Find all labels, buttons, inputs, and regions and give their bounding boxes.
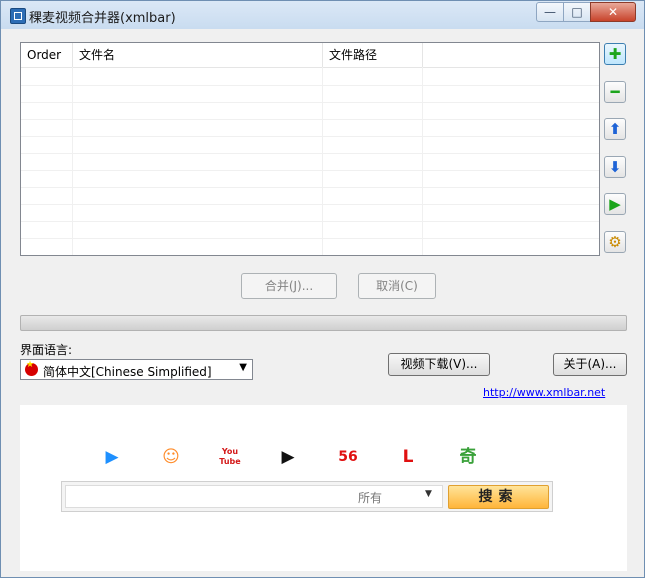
close-icon: ✕ bbox=[607, 5, 619, 19]
settings-button[interactable]: ⚙ bbox=[604, 231, 626, 253]
site-icon-2[interactable]: ☺ bbox=[158, 444, 184, 470]
file-list[interactable]: Order 文件名 文件路径 bbox=[20, 42, 600, 256]
file-list-header: Order 文件名 文件路径 bbox=[21, 43, 599, 68]
site-icon-7[interactable]: 奇 bbox=[455, 444, 481, 470]
site-icon-1[interactable]: ▶ bbox=[99, 444, 125, 470]
search-button[interactable]: 搜索 bbox=[448, 485, 549, 509]
video-download-button[interactable]: 视频下载(V)... bbox=[388, 353, 490, 376]
site-56-icon[interactable]: 56 bbox=[335, 444, 361, 470]
language-selected: 简体中文[Chinese Simplified] bbox=[43, 365, 212, 379]
language-select[interactable]: 简体中文[Chinese Simplified] ▼ bbox=[20, 359, 253, 380]
progress-bar bbox=[20, 315, 627, 331]
search-input[interactable] bbox=[65, 485, 443, 508]
about-button[interactable]: 关于(A)... bbox=[553, 353, 627, 376]
add-button[interactable]: ✚ bbox=[604, 43, 626, 65]
close-button[interactable]: ✕ bbox=[590, 2, 636, 22]
settings-icon: ⚙ bbox=[608, 233, 622, 251]
move-down-icon: ⬇ bbox=[608, 158, 622, 176]
maximize-button[interactable]: □ bbox=[563, 2, 591, 22]
language-label: 界面语言: bbox=[20, 343, 73, 357]
move-up-icon: ⬆ bbox=[608, 120, 622, 138]
move-down-button[interactable]: ⬇ bbox=[604, 156, 626, 178]
column-filename[interactable]: 文件名 bbox=[73, 43, 323, 67]
maximize-icon: □ bbox=[571, 5, 583, 19]
minimize-button[interactable]: — bbox=[536, 2, 564, 22]
cancel-button[interactable]: 取消(C) bbox=[358, 273, 436, 299]
window-title: 稞麦视频合并器(xmlbar) bbox=[29, 11, 176, 26]
minimize-icon: — bbox=[544, 5, 556, 19]
chevron-down-icon: ▼ bbox=[239, 362, 247, 373]
youtube-icon[interactable]: You Tube bbox=[217, 444, 243, 470]
remove-button[interactable]: ━ bbox=[604, 81, 626, 103]
merge-button[interactable]: 合并(J)... bbox=[241, 273, 337, 299]
search-category[interactable]: 所有 bbox=[358, 489, 382, 506]
app-icon bbox=[10, 8, 26, 24]
move-up-button[interactable]: ⬆ bbox=[604, 118, 626, 140]
add-icon: ✚ bbox=[608, 45, 622, 63]
play-button[interactable]: ▶ bbox=[604, 193, 626, 215]
china-flag-icon bbox=[25, 360, 38, 376]
column-order[interactable]: Order bbox=[21, 43, 73, 67]
play-icon: ▶ bbox=[609, 195, 621, 213]
column-filepath[interactable]: 文件路径 bbox=[323, 43, 423, 67]
site-icon-6[interactable]: L bbox=[395, 444, 421, 470]
title-bar: 稞麦视频合并器(xmlbar) — □ ✕ bbox=[1, 1, 644, 29]
site-icon-4[interactable]: ▶ bbox=[275, 444, 301, 470]
app-window: 稞麦视频合并器(xmlbar) — □ ✕ Order 文件名 文件路径 ✚ ━ ⬆… bbox=[0, 0, 645, 578]
website-link[interactable]: http://www.xmlbar.net bbox=[483, 386, 605, 399]
remove-icon: ━ bbox=[610, 83, 620, 101]
category-dropdown-icon[interactable]: ▼ bbox=[425, 489, 432, 499]
